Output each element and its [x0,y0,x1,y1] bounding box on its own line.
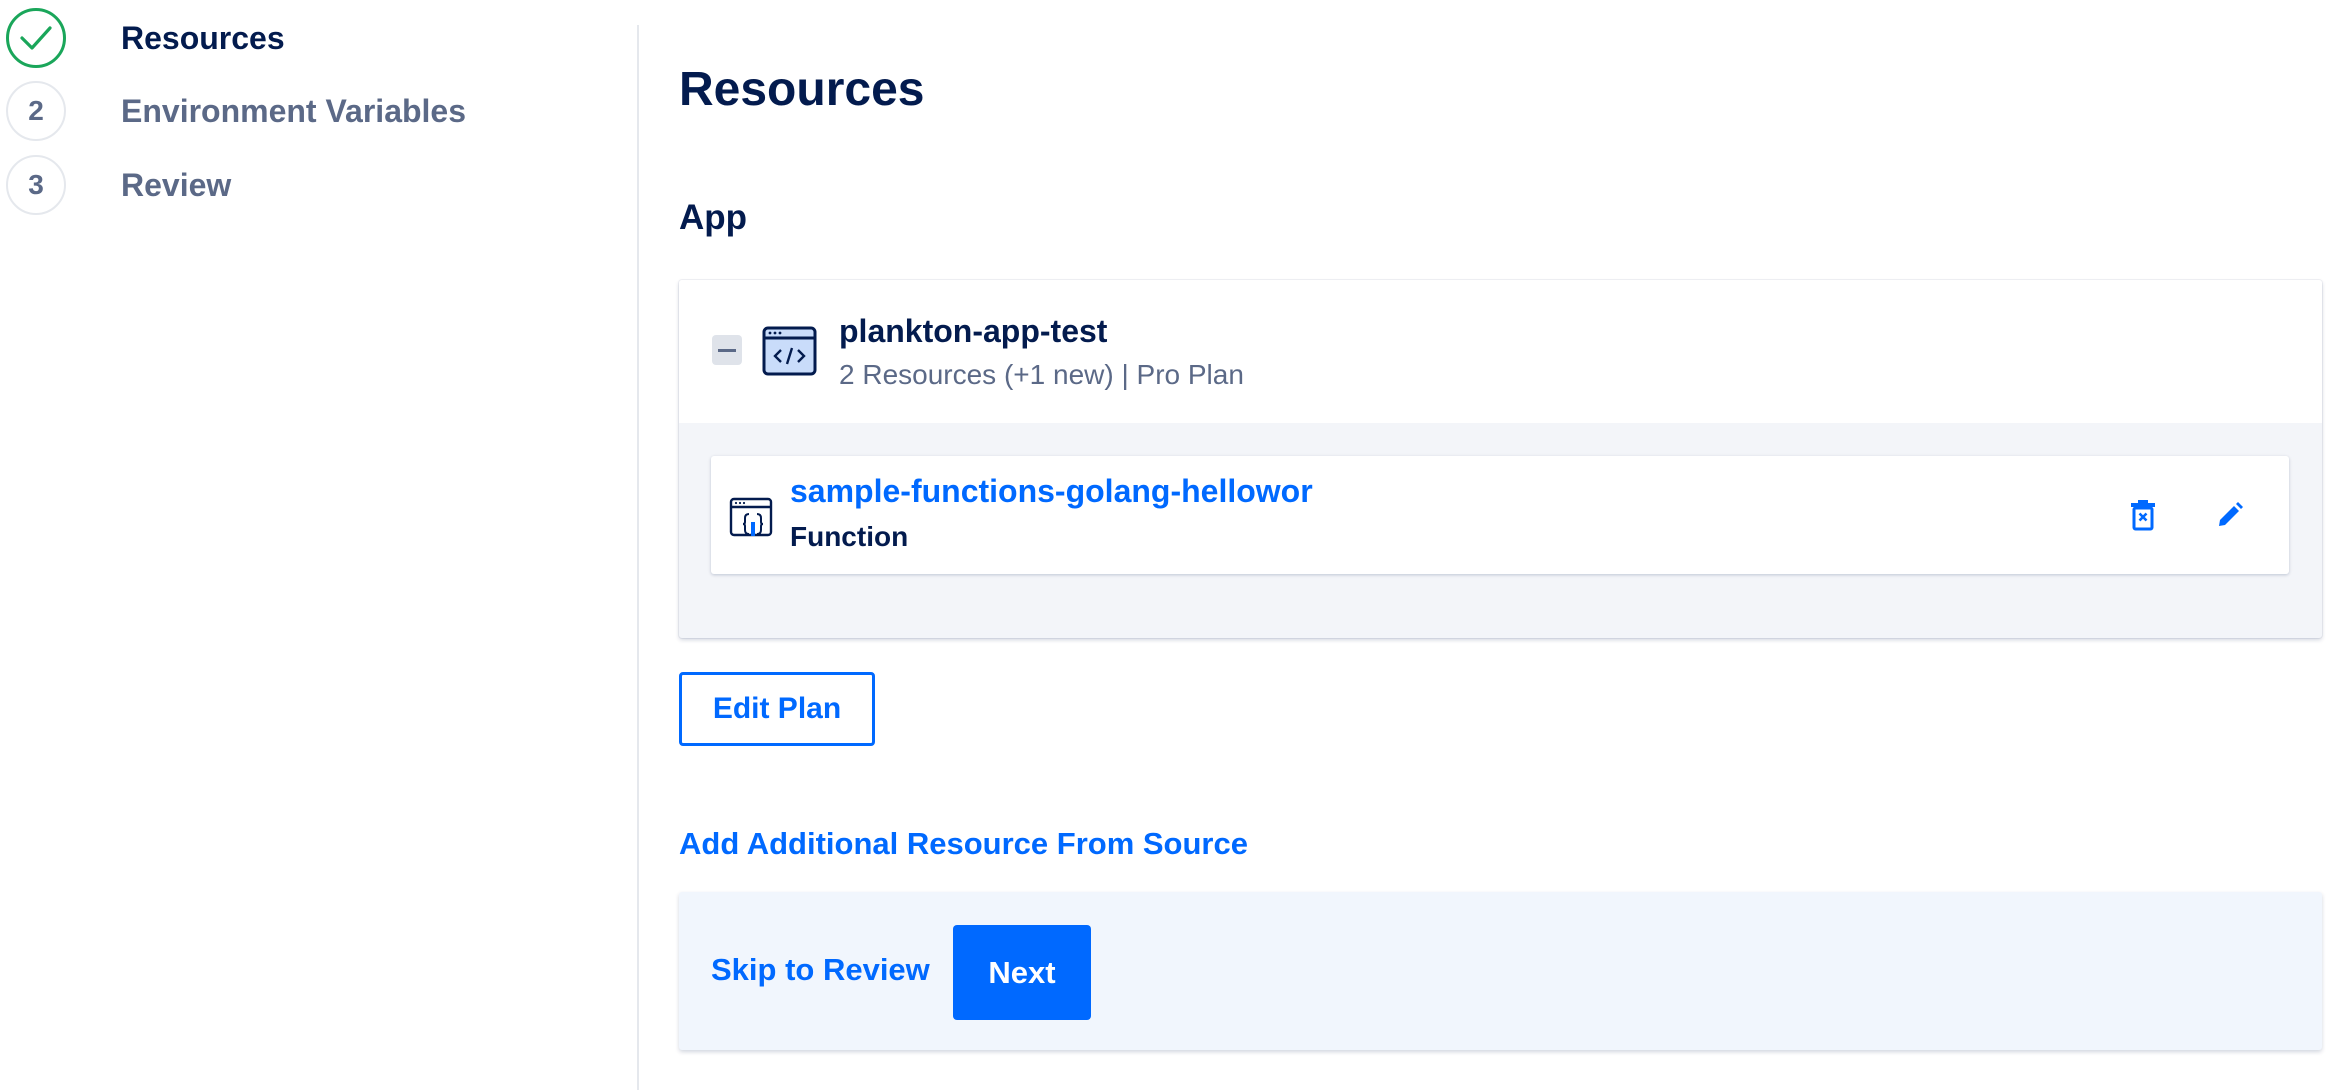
step-environment-variables[interactable]: 2 Environment Variables [6,79,466,143]
edit-plan-button[interactable]: Edit Plan [679,672,875,746]
step-resources[interactable]: Resources [6,6,285,70]
app-card: plankton-app-test 2 Resources (+1 new) |… [679,280,2322,638]
function-icon [729,497,773,537]
step-label: Resources [121,19,285,56]
wizard-stepper: Resources 2 Environment Variables 3 Revi… [0,0,638,1090]
skip-to-review-link[interactable]: Skip to Review [711,952,930,988]
vertical-divider [637,25,639,1090]
footer-action-bar: Skip to Review Next [679,892,2322,1050]
app-meta: 2 Resources (+1 new) | Pro Plan [839,359,1244,390]
step-review[interactable]: 3 Review [6,153,231,217]
app-name: plankton-app-test [839,313,1108,349]
app-header: plankton-app-test 2 Resources (+1 new) |… [679,280,2322,423]
section-title: App [679,198,748,237]
trash-icon [2131,500,2155,531]
step-label: Environment Variables [121,92,467,129]
pencil-icon [2219,502,2243,526]
resource-name-link[interactable]: sample-functions-golang-hellowor [790,473,1313,510]
step-label: Review [121,166,232,203]
next-button[interactable]: Next [953,925,1091,1020]
add-resource-link[interactable]: Add Additional Resource From Source [679,826,1248,862]
edit-button[interactable] [2213,498,2247,532]
step-number: 2 [6,81,66,141]
page-title: Resources [679,63,925,116]
delete-button[interactable] [2126,496,2160,534]
code-window-icon [762,326,817,376]
check-icon [6,8,66,68]
collapse-button[interactable] [712,335,742,365]
resource-row: sample-functions-golang-hellowor Functio… [711,456,2289,574]
step-number: 3 [6,155,66,215]
minus-icon [718,348,736,352]
resource-type: Function [790,521,909,552]
